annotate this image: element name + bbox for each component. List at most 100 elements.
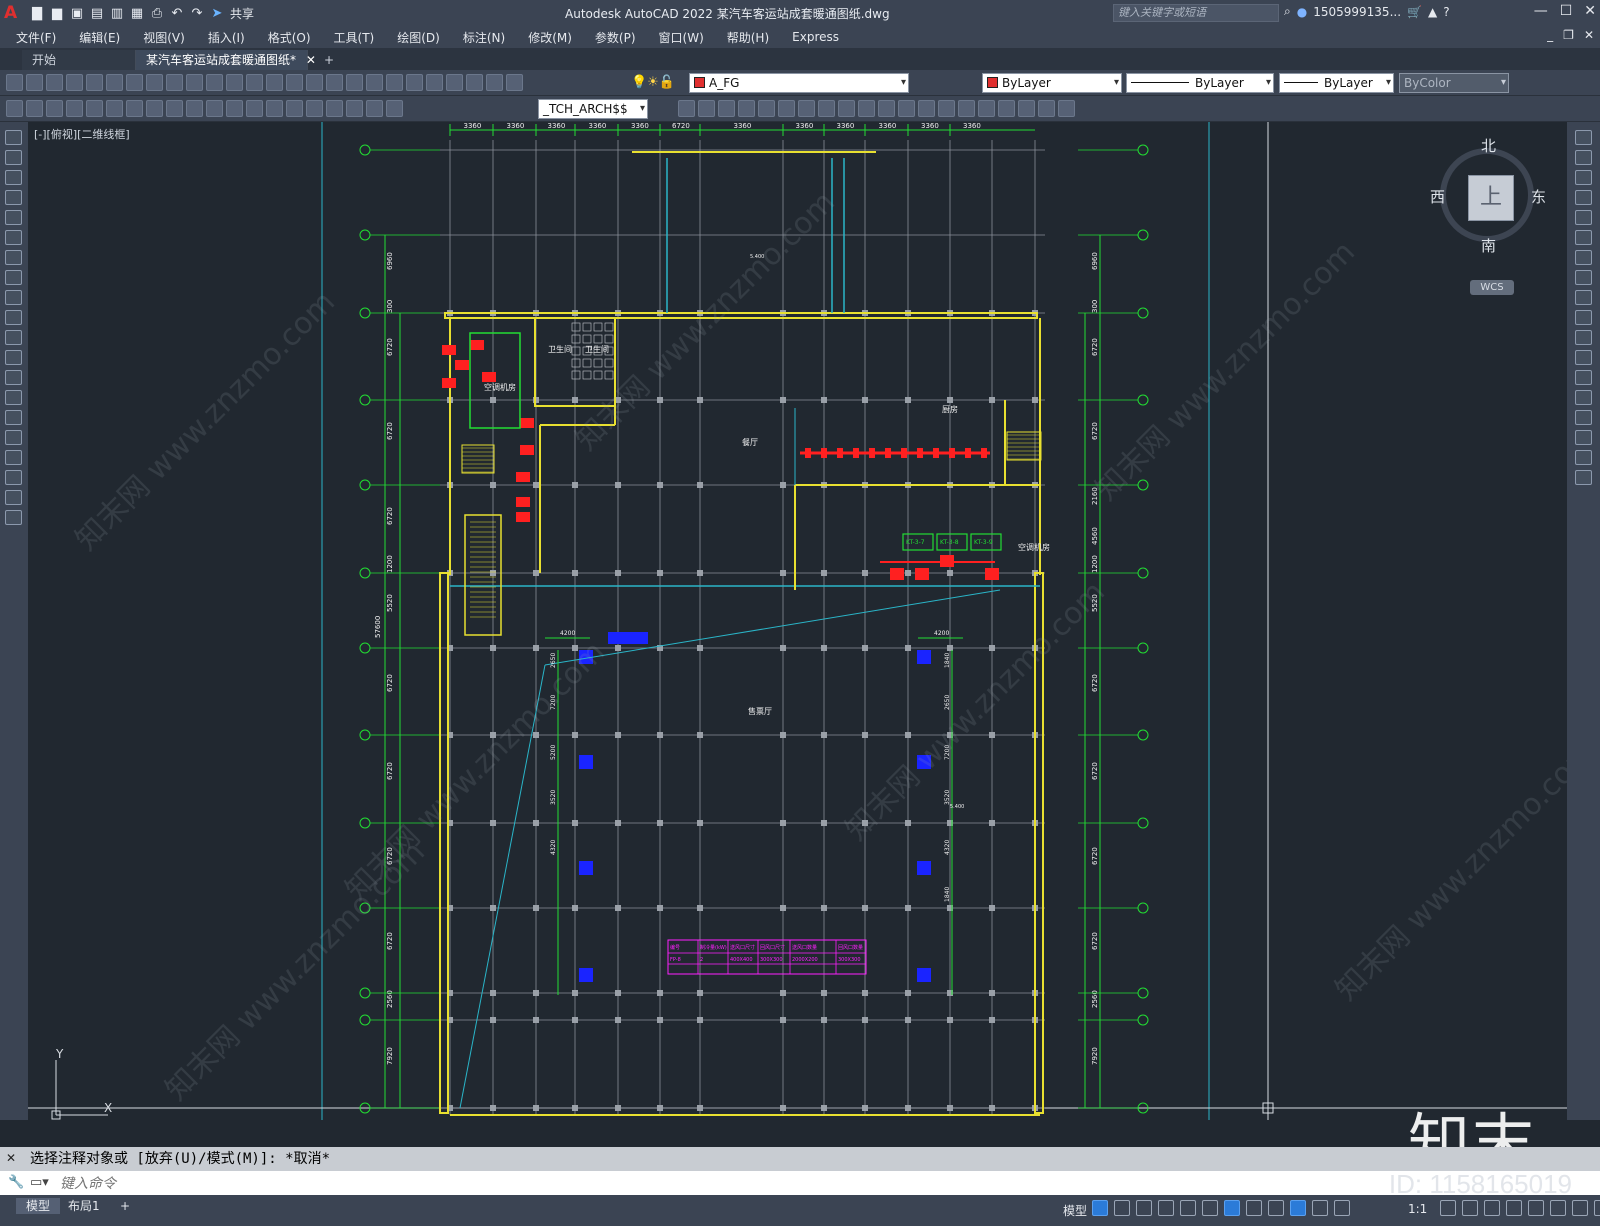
dim-ordinate-icon[interactable] [66,100,83,117]
scale-icon[interactable] [1575,270,1592,285]
wcs-menu[interactable]: WCS [1470,280,1514,295]
menu-window[interactable]: 窗口(W) [659,29,704,46]
object-snap-tracking-icon[interactable] [1202,1200,1218,1216]
layer-properties-icon[interactable] [506,74,523,91]
menu-help[interactable]: 帮助(H) [727,29,769,46]
layout-tab-model[interactable]: 模型 [16,1198,61,1214]
dim-aligned-icon[interactable] [26,100,43,117]
block-editor-icon[interactable] [226,74,243,91]
break-icon[interactable] [1575,370,1592,385]
floor-plan-drawing[interactable]: 3360 3360 3360 3360 3360 6720 3360 3360 3360 3360… [28,122,1567,1120]
menu-edit[interactable]: 编辑(E) [79,29,120,46]
tolerance-icon[interactable] [266,100,283,117]
annotation-scale[interactable]: 1:1 [1408,1202,1427,1216]
menu-file[interactable]: 文件(F) [16,29,56,46]
dim-linear-icon[interactable] [6,100,23,117]
layer-tool-14-icon[interactable] [938,100,955,117]
grid-icon[interactable] [1092,1200,1108,1216]
dim-continue-icon[interactable] [206,100,223,117]
command-line-close-icon[interactable]: ✕ [6,1151,16,1165]
minimize-icon[interactable]: — [1534,3,1548,19]
center-mark-icon[interactable] [286,100,303,117]
hardware-acceleration-icon[interactable] [1572,1200,1588,1216]
jogged-linear-icon[interactable] [326,100,343,117]
zoom-window-icon[interactable] [326,74,343,91]
ortho-icon[interactable] [1136,1200,1152,1216]
doc-close-icon[interactable]: ✕ [1584,28,1594,42]
rotate-icon[interactable] [1575,250,1592,265]
layer-state-icons[interactable]: 💡☀🔓 [631,75,675,90]
sheetset-icon[interactable] [426,74,443,91]
menu-dimension[interactable]: 标注(N) [463,29,505,46]
polar-icon[interactable] [1158,1200,1174,1216]
dim-baseline-icon[interactable] [186,100,203,117]
insert-block-icon[interactable] [5,350,22,365]
model-space-toggle[interactable]: 模型 [1063,1202,1087,1219]
share-icon[interactable]: ➤ [208,4,226,22]
arc-icon[interactable] [5,230,22,245]
preview-icon[interactable] [86,74,103,91]
trim-icon[interactable] [1575,310,1592,325]
dim-text-edit-icon[interactable] [366,100,383,117]
isodraft-icon[interactable] [1180,1200,1196,1216]
inspect-icon[interactable] [306,100,323,117]
menu-draw[interactable]: 绘图(D) [397,29,440,46]
redo-icon[interactable] [266,74,283,91]
mirror-icon[interactable] [1575,170,1592,185]
markup-icon[interactable] [446,74,463,91]
selection-cycling-icon[interactable] [1290,1200,1306,1216]
open-icon[interactable] [26,74,43,91]
layer-tool-18-icon[interactable] [1018,100,1035,117]
save-icon[interactable]: ▣ [68,4,86,22]
dim-jogged-icon[interactable] [106,100,123,117]
snap-icon[interactable] [1114,1200,1130,1216]
doc-minimize-icon[interactable]: _ [1547,28,1553,42]
tool-palettes-icon[interactable] [406,74,423,91]
save-as-icon[interactable]: ▤ [88,4,106,22]
doc-restore-icon[interactable]: ❐ [1563,28,1574,42]
close-icon[interactable]: ✕ [1584,3,1596,19]
menu-view[interactable]: 视图(V) [143,29,185,46]
compass-south[interactable]: 南 [1481,235,1496,256]
paste-icon[interactable] [186,74,203,91]
layer-tool-9-icon[interactable] [838,100,855,117]
search-icon[interactable]: ⌕ [1284,4,1291,19]
explode-icon[interactable] [1575,470,1592,485]
auto-scale-icon[interactable] [1334,1200,1350,1216]
menu-tools[interactable]: 工具(T) [334,29,375,46]
spline-icon[interactable] [5,290,22,305]
layer-tool-7-icon[interactable] [798,100,815,117]
compass-west[interactable]: 西 [1430,186,1445,207]
help-icon[interactable]: ? [1443,5,1449,19]
erase-icon[interactable] [1575,130,1592,145]
blend-icon[interactable] [1575,450,1592,465]
dim-arc-icon[interactable] [46,100,63,117]
new-file-icon[interactable]: ▇ [28,4,46,22]
redo-icon[interactable]: ↷ [188,4,206,22]
open-file-icon[interactable]: ▆ [48,4,66,22]
plot-icon[interactable]: ⎙ [148,4,166,22]
layer-tool-6-icon[interactable] [778,100,795,117]
plotstyle-dropdown[interactable]: ByColor ▾ [1399,73,1509,93]
region-icon[interactable] [5,450,22,465]
clean-screen-icon[interactable] [1594,1200,1600,1216]
units-icon[interactable] [1484,1200,1500,1216]
properties-icon[interactable] [366,74,383,91]
make-block-icon[interactable] [5,370,22,385]
pan-icon[interactable] [286,74,303,91]
move-icon[interactable] [1575,230,1592,245]
revcloud-icon[interactable] [5,270,22,285]
layer-tool-4-icon[interactable] [738,100,755,117]
recent-commands-icon[interactable]: ▭▾ [30,1175,49,1190]
mtext-icon[interactable] [5,490,22,505]
dim-diameter-icon[interactable] [126,100,143,117]
qdim-icon[interactable] [166,100,183,117]
copy-icon[interactable] [166,74,183,91]
layer-tool-17-icon[interactable] [998,100,1015,117]
share-label[interactable]: 共享 [230,5,254,22]
copy-object-icon[interactable] [1575,150,1592,165]
cut-icon[interactable] [146,74,163,91]
layer-tool-10-icon[interactable] [858,100,875,117]
layer-tool-5-icon[interactable] [758,100,775,117]
dimstyle-dropdown[interactable]: _TCH_ARCH$$ ▾ [538,99,648,119]
